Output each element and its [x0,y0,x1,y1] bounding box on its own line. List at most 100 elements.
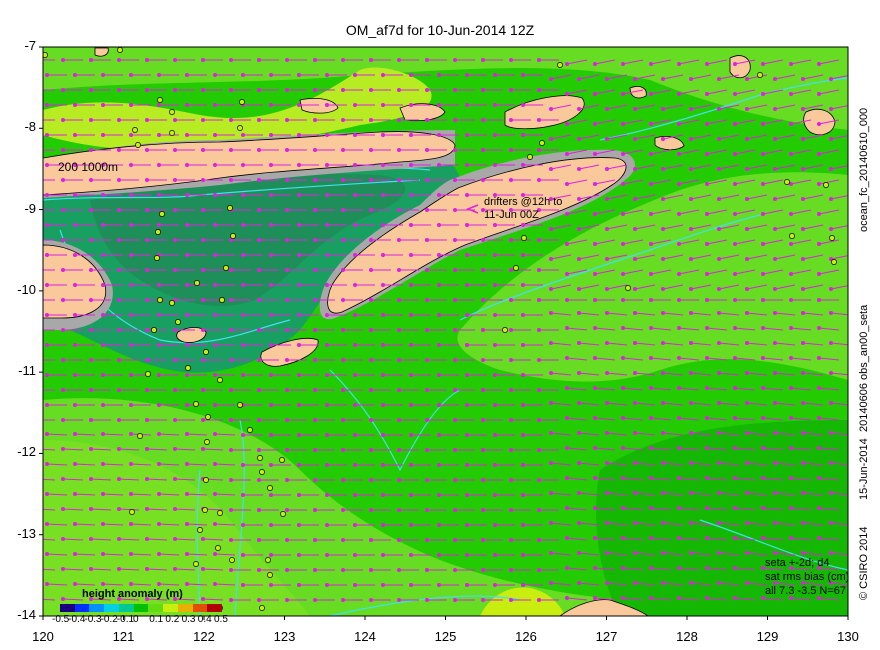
current-arrow-head [341,538,345,542]
current-arrow-head [325,463,329,467]
current-arrow-head [297,553,301,557]
current-arrow-head [297,193,301,197]
current-arrow-head [325,73,329,77]
colorbar-swatch [177,604,193,612]
current-arrow-head [677,506,681,510]
current-arrow-head [717,227,721,231]
current-arrow-head [369,268,373,272]
current-arrow-head [493,493,497,497]
current-arrow-head [521,133,525,137]
current-arrow-head [409,73,413,77]
current-arrow-head [101,373,105,377]
current-arrow-head [201,148,205,152]
current-arrow-head [577,341,581,345]
current-arrow-head [73,193,77,197]
current-arrow-head [565,92,569,96]
current-arrow-head [465,583,469,587]
current-arrow-head [453,358,457,362]
current-arrow-head [61,148,65,152]
current-arrow-head [213,73,217,77]
current-arrow-head [45,343,49,347]
current-arrow-head [325,403,329,407]
current-arrow-head [381,283,385,287]
current-arrow-head [605,227,609,231]
current-arrow-head [565,386,569,390]
current-arrow-head [397,268,401,272]
current-arrow-head [649,356,653,360]
current-arrow-head [157,432,161,436]
x-tick-label: 124 [354,629,376,644]
drifter-point [157,297,163,303]
colorbar-swatch [207,604,223,612]
current-arrow-head [733,182,737,186]
current-arrow-head [213,552,217,556]
current-arrow-head [257,268,261,272]
current-arrow-head [129,283,133,287]
current-arrow-head [465,433,469,437]
current-arrow-head [269,73,273,77]
current-arrow-head [605,401,609,405]
current-arrow-head [605,311,609,315]
current-arrow-head [537,568,541,572]
current-arrow-head [481,508,485,512]
current-arrow-head [229,478,233,482]
current-arrow-head [565,152,569,156]
current-arrow-head [481,538,485,542]
current-arrow-head [705,326,709,330]
current-arrow-head [689,107,693,111]
current-arrow-head [101,403,105,407]
current-arrow-head [101,582,105,586]
current-arrow-head [593,446,597,450]
current-arrow-head [61,178,65,182]
y-tick-label: -11 [18,363,36,379]
current-arrow-head [745,287,749,291]
current-arrow-head [677,152,681,156]
current-arrow-head [717,551,721,555]
current-arrow-head [341,568,345,572]
current-arrow-head [185,432,189,436]
current-arrow-head [73,73,77,77]
current-arrow-head [773,137,777,141]
current-arrow-head [549,287,553,291]
current-arrow-head [45,283,49,287]
current-arrow-head [325,373,329,377]
current-arrow-head [705,356,709,360]
current-arrow-head [773,287,777,291]
current-arrow-head [101,343,105,347]
current-arrow-head [773,521,777,525]
current-arrow-head [565,62,569,66]
current-arrow-head [677,298,681,302]
current-arrow-head [801,311,805,315]
current-arrow-head [157,462,161,466]
current-arrow-head [661,431,665,435]
current-arrow-head [353,223,357,227]
current-arrow-head [409,133,413,137]
current-arrow-head [453,178,457,182]
colorbar-swatch [148,604,164,612]
current-arrow-head [185,73,189,77]
current-arrow-head [481,148,485,152]
current-arrow-head [145,388,149,392]
current-arrow-head [33,507,37,511]
current-arrow-head [101,223,105,227]
current-arrow-head [229,508,233,512]
current-arrow-head [325,223,329,227]
current-arrow-head [605,287,609,291]
current-arrow-head [829,341,833,345]
current-arrow-head [481,58,485,62]
current-arrow-head [409,313,413,317]
current-arrow-head [549,371,553,375]
drifter-point [557,62,563,68]
current-arrow-head [605,107,609,111]
current-arrow-head [537,598,541,602]
current-arrow-head [369,478,373,482]
current-arrow-head [397,58,401,62]
current-arrow-head [285,118,289,122]
current-arrow-head [817,326,821,330]
current-arrow-head [353,283,357,287]
current-arrow-head [269,403,273,407]
current-arrow-head [661,311,665,315]
current-arrow-head [61,567,65,571]
current-arrow-head [297,163,301,167]
current-arrow-head [717,581,721,585]
